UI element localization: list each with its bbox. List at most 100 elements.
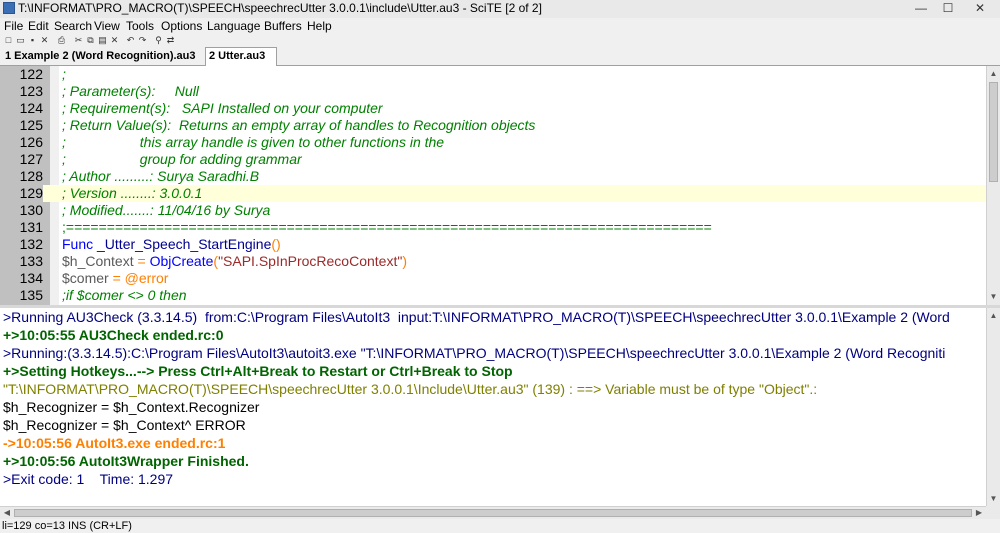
code-editor[interactable]: 122 ; 123 ; Parameter(s): Null 124 ; Req… <box>0 66 986 305</box>
scroll-down-arrow-icon[interactable]: ▼ <box>989 292 998 301</box>
code-line: 126 ; this array handle is given to othe… <box>0 134 986 151</box>
code-line: 122 ; <box>0 66 986 83</box>
menu-help[interactable]: Help <box>307 19 332 33</box>
code-text: ; Author .........: Surya Saradhi.B <box>62 168 260 184</box>
line-number: 130 <box>19 202 43 218</box>
menu-buffers[interactable]: Buffers <box>264 19 302 33</box>
code-line: 134 $comer = @error <box>0 270 986 287</box>
variable: $h_Context <box>62 253 134 269</box>
code-text: ; <box>62 66 66 82</box>
scite-app-icon <box>3 2 15 14</box>
output-line: ->10:05:56 AutoIt3.exe ended.rc:1 <box>3 435 226 451</box>
line-number: 131 <box>19 219 43 235</box>
string-literal: "SAPI.SpInProcRecoContext" <box>218 253 403 269</box>
code-text: ; Return Value(s): Returns an empty arra… <box>62 117 536 133</box>
toolbar: □ ▭ ▪ ✕ ⎙ ✂ ⧉ ▤ ✕ ↶ ↷ ⚲ ⇄ <box>0 35 1000 48</box>
code-line: 128 ; Author .........: Surya Saradhi.B <box>0 168 986 185</box>
print-icon[interactable]: ⎙ <box>57 36 66 45</box>
save-icon[interactable]: ▪ <box>28 36 37 45</box>
line-number: 128 <box>19 168 43 184</box>
scroll-up-arrow-icon[interactable]: ▲ <box>989 311 998 320</box>
output-line: +>10:05:55 AU3Check ended.rc:0 <box>3 327 224 343</box>
code-line: 124 ; Requirement(s): SAPI Installed on … <box>0 100 986 117</box>
menu-edit[interactable]: Edit <box>28 19 49 33</box>
window-title: T:\INFORMAT\PRO_MACRO(T)\SPEECH\speechre… <box>18 1 542 15</box>
macro: @error <box>124 270 169 286</box>
minimize-button[interactable]: — <box>910 1 932 16</box>
keyword-func: Func <box>62 236 94 252</box>
replace-icon[interactable]: ⇄ <box>166 36 175 45</box>
code-line: 130 ; Modified.......: 11/04/16 by Surya <box>0 202 986 219</box>
undo-icon[interactable]: ↶ <box>126 36 135 45</box>
operator: = <box>133 253 150 269</box>
delete-icon[interactable]: ✕ <box>110 36 119 45</box>
code-line: 132 Func _Utter_Speech_StartEngine() <box>0 236 986 253</box>
code-text: ;=======================================… <box>62 219 712 235</box>
copy-icon[interactable]: ⧉ <box>86 36 95 45</box>
maximize-button[interactable]: ☐ <box>937 1 959 16</box>
line-number: 134 <box>19 270 43 286</box>
scroll-up-arrow-icon[interactable]: ▲ <box>989 69 998 78</box>
redo-icon[interactable]: ↷ <box>138 36 147 45</box>
code-text: ;if $comer <> 0 then <box>62 287 187 303</box>
line-number: 125 <box>19 117 43 133</box>
title-bar: T:\INFORMAT\PRO_MACRO(T)\SPEECH\speechre… <box>0 0 1000 19</box>
code-text: Func _Utter_Speech_StartEngine() <box>62 236 281 253</box>
function-name: _Utter_Speech_StartEngine <box>93 236 272 252</box>
resize-grip[interactable] <box>986 506 1000 519</box>
close-window-button[interactable]: ✕ <box>964 1 996 16</box>
cut-icon[interactable]: ✂ <box>74 36 83 45</box>
line-number: 126 <box>19 134 43 150</box>
parens: () <box>271 236 281 252</box>
code-text: ; group for adding grammar <box>62 151 302 167</box>
output-line: +>Setting Hotkeys...--> Press Ctrl+Alt+B… <box>3 363 513 379</box>
tab-utter-au3[interactable]: 2 Utter.au3 <box>205 47 277 66</box>
code-line: 125 ; Return Value(s): Returns an empty … <box>0 117 986 134</box>
menu-file[interactable]: File <box>4 19 23 33</box>
scroll-left-arrow-icon[interactable]: ◀ <box>2 508 12 518</box>
output-line: $h_Recognizer = $h_Context^ ERROR <box>3 417 246 433</box>
new-file-icon[interactable]: □ <box>4 36 13 45</box>
output-vertical-scrollbar[interactable]: ▲ ▼ <box>986 308 1000 506</box>
menu-language[interactable]: Language <box>207 19 260 33</box>
menu-search[interactable]: Search <box>54 19 92 33</box>
output-horizontal-scrollbar[interactable]: ◀ ▶ <box>0 506 986 519</box>
line-number: 132 <box>19 236 43 252</box>
find-icon[interactable]: ⚲ <box>154 36 163 45</box>
variable: $comer <box>62 270 109 286</box>
code-text: ; Requirement(s): SAPI Installed on your… <box>62 100 383 116</box>
tab-example-2[interactable]: 1 Example 2 (Word Recognition).au3 <box>2 48 206 64</box>
buffer-tab-bar: 1 Example 2 (Word Recognition).au3 2 Utt… <box>0 47 1000 66</box>
line-number: 124 <box>19 100 43 116</box>
menu-options[interactable]: Options <box>161 19 202 33</box>
menu-view[interactable]: View <box>94 19 120 33</box>
code-line: 123 ; Parameter(s): Null <box>0 83 986 100</box>
editor-vertical-scrollbar[interactable]: ▲ ▼ <box>986 66 1000 305</box>
status-bar: li=129 co=13 INS (CR+LF) <box>0 519 1000 533</box>
scroll-down-arrow-icon[interactable]: ▼ <box>989 494 998 503</box>
line-number: 122 <box>19 66 43 82</box>
paste-icon[interactable]: ▤ <box>98 36 107 45</box>
menu-bar: File Edit Search View Tools Options Lang… <box>0 18 1000 35</box>
output-line: "T:\INFORMAT\PRO_MACRO(T)\SPEECH\speechr… <box>3 381 818 397</box>
line-number: 127 <box>19 151 43 167</box>
operator: = <box>108 270 125 286</box>
paren-close: ) <box>402 253 407 269</box>
code-line: 133 $h_Context = ObjCreate("SAPI.SpInPro… <box>0 253 986 270</box>
scrollbar-thumb[interactable] <box>14 509 972 517</box>
code-text: ; Modified.......: 11/04/16 by Surya <box>62 202 271 218</box>
code-text: ; this array handle is given to other fu… <box>62 134 445 150</box>
code-text: $comer = @error <box>62 270 168 287</box>
output-pane[interactable]: >Running AU3Check (3.3.14.5) from:C:\Pro… <box>0 308 986 506</box>
output-line: $h_Recognizer = $h_Context.Recognizer <box>3 399 260 415</box>
close-file-icon[interactable]: ✕ <box>40 36 49 45</box>
scroll-right-arrow-icon[interactable]: ▶ <box>974 508 984 518</box>
menu-tools[interactable]: Tools <box>126 19 154 33</box>
code-text: $h_Context = ObjCreate("SAPI.SpInProcRec… <box>62 253 407 270</box>
line-number: 123 <box>19 83 43 99</box>
output-line: >Running AU3Check (3.3.14.5) from:C:\Pro… <box>3 309 950 325</box>
scrollbar-thumb[interactable] <box>989 82 998 182</box>
open-file-icon[interactable]: ▭ <box>16 36 25 45</box>
builtin-function: ObjCreate <box>149 253 214 269</box>
output-line: >Running:(3.3.14.5):C:\Program Files\Aut… <box>3 345 946 361</box>
